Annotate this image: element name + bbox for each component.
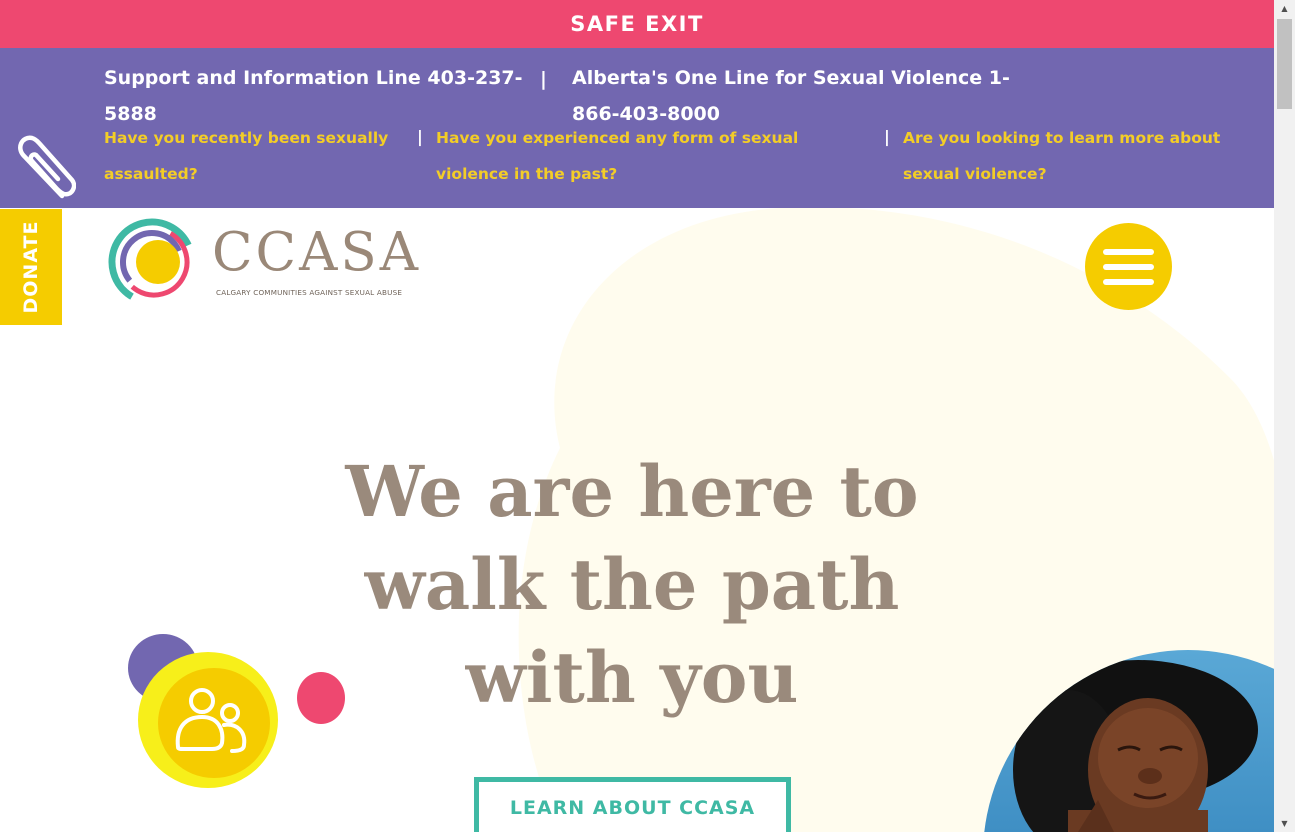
question-learn-more-link[interactable]: Are you looking to learn more about sexu… (903, 120, 1271, 192)
hero-title-line: walk the path (364, 543, 900, 626)
donate-button[interactable]: DONATE (0, 209, 62, 325)
learn-about-ccasa-button[interactable]: LEARN ABOUT CCASA (474, 777, 791, 832)
ccasa-logo[interactable]: CCASA CALGARY COMMUNITIES AGAINST SEXUAL… (102, 214, 418, 310)
scrollbar-thumb[interactable] (1277, 19, 1292, 109)
logo-wordmark: CCASA (212, 222, 421, 283)
donate-label: DONATE (20, 220, 42, 314)
menu-button[interactable] (1085, 223, 1172, 310)
separator: | (540, 68, 547, 90)
logo-tagline: CALGARY COMMUNITIES AGAINST SEXUAL ABUSE (216, 288, 403, 297)
separator: | (884, 127, 890, 146)
hero-title: We are here to walk the path with you (332, 445, 932, 724)
paperclip-icon (18, 135, 76, 199)
cta-label: LEARN ABOUT CCASA (509, 797, 756, 819)
question-recent-assault-link[interactable]: Have you recently been sexually assaulte… (104, 120, 404, 192)
hero-title-line: with you (465, 636, 799, 719)
logo-mark (108, 218, 196, 306)
scrollbar[interactable]: ▲ ▼ (1274, 0, 1295, 832)
question-past-violence-link[interactable]: Have you experienced any form of sexual … (436, 120, 866, 192)
scroll-up-arrow-icon[interactable]: ▲ (1274, 0, 1295, 17)
safe-exit-button[interactable]: SAFE EXIT (0, 0, 1274, 48)
safe-exit-label: SAFE EXIT (570, 12, 704, 36)
separator: | (417, 127, 423, 146)
hero-title-line: We are here to (345, 450, 919, 533)
decorative-circles (128, 634, 345, 788)
info-bar: Support and Information Line 403-237-588… (0, 48, 1274, 208)
scroll-down-arrow-icon[interactable]: ▼ (1274, 815, 1295, 832)
hero-photo (983, 650, 1274, 832)
